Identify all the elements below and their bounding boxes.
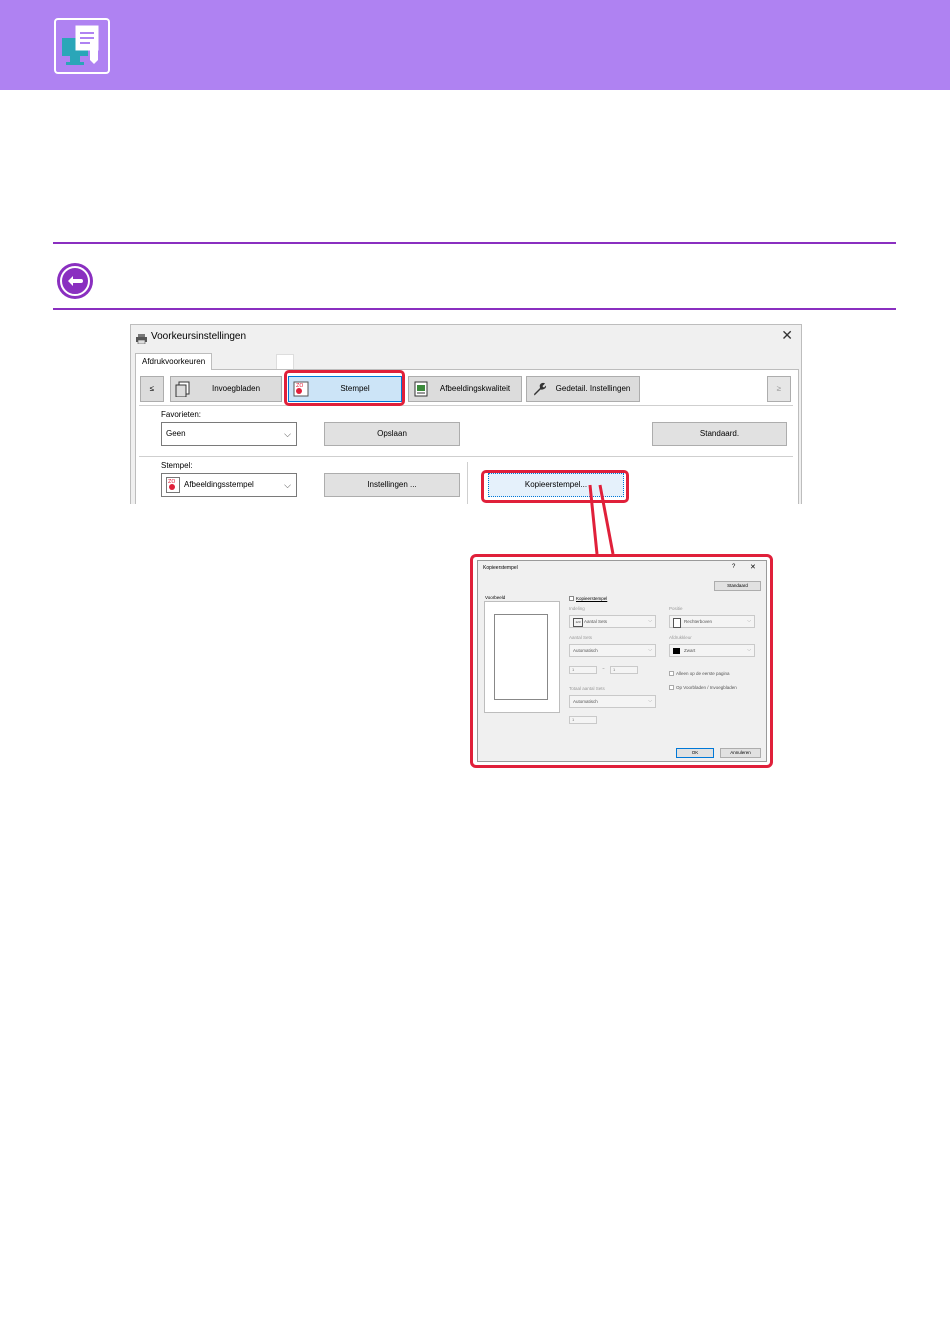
color-value: Zwart	[684, 648, 696, 653]
subdialog-close-button[interactable]: ✕	[750, 563, 756, 571]
chevron-down-icon: ⌵	[747, 647, 751, 653]
chevron-down-icon: ⌵	[747, 618, 751, 624]
layout-value: Aantal Sets	[584, 619, 608, 624]
color-select[interactable]: Zwart ⌵	[669, 644, 755, 657]
color-label: Afdrukkleur	[669, 635, 692, 640]
on-covers-checkbox[interactable]	[669, 685, 674, 690]
sets-label: Aantal Sets	[569, 635, 593, 640]
total-sets-label: Totaal aantal Sets	[569, 686, 605, 691]
layout-select[interactable]: 123 Aantal Sets ⌵	[569, 615, 656, 628]
help-button[interactable]: ?	[732, 564, 735, 570]
copy-stamp-checkbox-label: Kopieerstempel	[576, 596, 608, 601]
page-icon	[673, 618, 681, 628]
cancel-button[interactable]: Annuleren	[720, 748, 761, 758]
first-page-only-label: Alleen op de eerste pagina	[676, 671, 730, 676]
total-sets-field[interactable]: 1	[569, 716, 597, 724]
preview-page	[494, 614, 548, 700]
layout-label: Indeling	[569, 606, 585, 611]
subdialog-title: Kopieerstempel	[483, 565, 518, 571]
total-sets-value: Automatisch	[573, 699, 598, 704]
total-sets-select[interactable]: Automatisch ⌵	[569, 695, 656, 708]
sets-count-icon: 123	[573, 618, 583, 627]
range-start-field[interactable]: 1	[569, 666, 597, 674]
copy-stamp-checkbox[interactable]	[569, 596, 574, 601]
sets-value: Automatisch	[573, 648, 598, 653]
sets-select[interactable]: Automatisch ⌵	[569, 644, 656, 657]
position-value: Rechterboven	[684, 619, 713, 624]
ok-button[interactable]: OK	[676, 748, 714, 758]
position-select[interactable]: Rechterboven ⌵	[669, 615, 755, 628]
position-label: Positie	[669, 606, 683, 611]
first-page-only-checkbox[interactable]	[669, 671, 674, 676]
chevron-down-icon: ⌵	[648, 698, 652, 704]
chevron-down-icon: ⌵	[648, 647, 652, 653]
range-separator: ~	[602, 666, 605, 671]
on-covers-label: Op Voorbladen / Invoegbladen	[676, 685, 737, 690]
chevron-down-icon: ⌵	[648, 618, 652, 624]
preview-label: Voorbeeld	[485, 595, 506, 600]
subdialog-default-button[interactable]: Standaard	[714, 581, 761, 591]
copy-stamp-dialog: Kopieerstempel ? ✕ Standaard Voorbeeld K…	[477, 560, 767, 762]
black-swatch-icon	[673, 648, 680, 654]
range-end-field[interactable]: 1	[610, 666, 638, 674]
